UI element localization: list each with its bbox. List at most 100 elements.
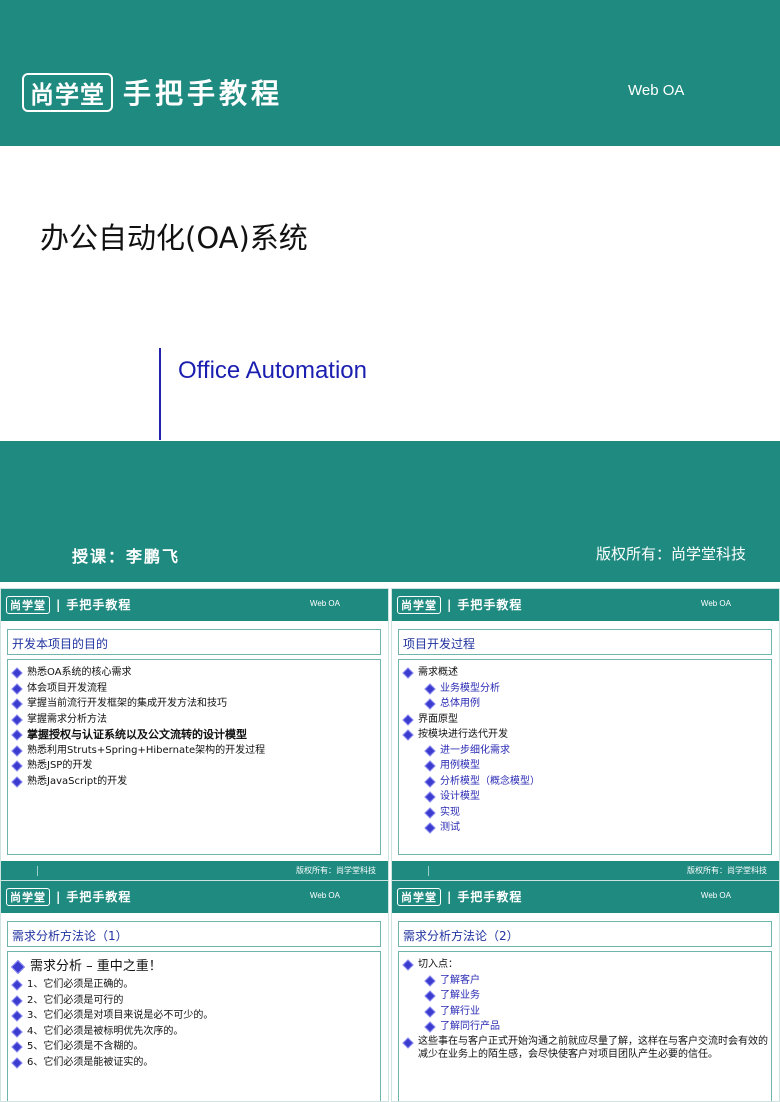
diamond-bullet-icon	[12, 699, 21, 708]
slide-logo: 尚学堂 | 手把手教程	[6, 596, 131, 614]
list-item: 切入点：	[403, 957, 771, 973]
slide-requirements-1: 尚学堂 | 手把手教程 Web OA 需求分析方法论（1） 需求分析 – 重中之重！…	[0, 880, 389, 1102]
cover-slide: 尚学堂 手把手教程 Web OA 办公自动化(OA)系统 Office Autom…	[0, 0, 780, 582]
logo-text: 手把手教程	[457, 890, 523, 904]
divider-line	[159, 348, 161, 440]
brand-logo: 尚学堂	[22, 73, 113, 112]
slide-project-goals: 尚学堂 | 手把手教程 Web OA 开发本项目的目的 熟悉OA系统的核心需求 体会…	[0, 588, 389, 882]
slide-logo: 尚学堂 | 手把手教程	[397, 596, 522, 614]
diamond-bullet-icon	[425, 746, 434, 755]
list-item: 掌握需求分析方法	[12, 712, 380, 728]
diamond-bullet-icon	[403, 668, 412, 677]
diamond-bullet-icon	[12, 777, 21, 786]
slide-title: 需求分析方法论（2）	[403, 929, 519, 943]
list-item-heading: 需求分析 – 重中之重！	[12, 957, 380, 977]
diamond-bullet-icon	[425, 823, 434, 832]
list-item-emphasis: 掌握授权与认证系统以及公文流转的设计模型	[12, 727, 380, 743]
list-item: 掌握当前流行开发框架的集成开发方法和技巧	[12, 696, 380, 712]
logo-separator: |	[447, 890, 453, 904]
slide-header: 尚学堂 | 手把手教程 Web OA	[392, 881, 779, 913]
slide-logo: 尚学堂 | 手把手教程	[397, 888, 522, 906]
cover-logo: 尚学堂 手把手教程	[22, 72, 283, 112]
copyright-text: 版权所有：尚学堂科技	[687, 866, 767, 875]
diamond-bullet-icon	[403, 1038, 412, 1047]
course-tag: Web OA	[628, 82, 685, 99]
diamond-bullet-icon	[12, 730, 21, 739]
slide-footer: 版权所有：尚学堂科技	[1, 861, 388, 881]
diamond-bullet-icon	[425, 699, 434, 708]
diamond-bullet-icon	[425, 991, 434, 1000]
logo-text: 手把手教程	[457, 598, 523, 612]
sub-list-item: 用例模型	[403, 758, 771, 774]
diamond-bullet-icon	[12, 1058, 21, 1067]
course-tag: Web OA	[309, 599, 340, 608]
list-item: 2、它们必须是可行的	[12, 993, 380, 1009]
slide-title: 开发本项目的目的	[12, 637, 109, 651]
slide-header: 尚学堂 | 手把手教程 Web OA	[1, 881, 388, 913]
slide-title-box: 需求分析方法论（2）	[398, 921, 772, 947]
diamond-bullet-icon	[12, 746, 21, 755]
list-item: 1、它们必须是正确的。	[12, 977, 380, 993]
list-item: 体会项目开发流程	[12, 681, 380, 697]
brand-logo: 尚学堂	[397, 596, 441, 614]
slide-body: 需求分析 – 重中之重！ 1、它们必须是正确的。 2、它们必须是可行的 3、它们…	[7, 951, 381, 1101]
slide-title: 需求分析方法论（1）	[12, 929, 128, 943]
sub-list-item: 了解业务	[403, 988, 771, 1004]
diamond-bullet-icon	[12, 996, 21, 1005]
diamond-bullet-icon	[12, 761, 21, 770]
list-item: 按模块进行迭代开发	[403, 727, 771, 743]
cover-subtitle: Office Automation	[178, 357, 367, 384]
logo-text: 手把手教程	[123, 77, 284, 110]
footer-divider	[37, 866, 38, 876]
course-tag: Web OA	[309, 891, 340, 900]
diamond-bullet-icon	[12, 961, 24, 973]
diamond-bullet-icon	[12, 715, 21, 724]
diamond-bullet-icon	[12, 980, 21, 989]
slide-logo: 尚学堂 | 手把手教程	[6, 888, 131, 906]
slide-title: 项目开发过程	[403, 637, 476, 651]
brand-logo: 尚学堂	[397, 888, 441, 906]
sub-list-item: 了解行业	[403, 1004, 771, 1020]
diamond-bullet-icon	[12, 1042, 21, 1051]
sub-list-item: 了解同行产品	[403, 1019, 771, 1035]
cover-title: 办公自动化(OA)系统	[40, 221, 308, 255]
slide-body: 切入点： 了解客户 了解业务 了解行业 了解同行产品 这些事在与客户正式开始沟通…	[398, 951, 772, 1101]
course-tag: Web OA	[700, 599, 731, 608]
teacher-label: 授课：李鹏飞	[72, 547, 181, 566]
list-item: 3、它们必须是对项目来说是必不可少的。	[12, 1008, 380, 1024]
slide-body: 熟悉OA系统的核心需求 体会项目开发流程 掌握当前流行开发框架的集成开发方法和技…	[7, 659, 381, 855]
list-item: 熟悉JSP的开发	[12, 758, 380, 774]
diamond-bullet-icon	[425, 808, 434, 817]
logo-text: 手把手教程	[66, 598, 132, 612]
brand-logo: 尚学堂	[6, 596, 50, 614]
copyright-text: 版权所有：尚学堂科技	[596, 545, 747, 563]
logo-separator: |	[447, 598, 453, 612]
cover-header-band: 尚学堂 手把手教程 Web OA	[0, 0, 780, 146]
diamond-bullet-icon	[12, 684, 21, 693]
slide-body: 需求概述 业务模型分析 总体用例 界面原型 按模块进行迭代开发 进一步细化需求 …	[398, 659, 772, 855]
logo-text: 手把手教程	[66, 890, 132, 904]
slide-footer: 版权所有：尚学堂科技	[392, 861, 779, 881]
sub-list-item: 总体用例	[403, 696, 771, 712]
diamond-bullet-icon	[403, 960, 412, 969]
slide-header: 尚学堂 | 手把手教程 Web OA	[1, 589, 388, 621]
diamond-bullet-icon	[425, 1007, 434, 1016]
sub-list-item: 测试	[403, 820, 771, 836]
list-item: 熟悉利用Struts+Spring+Hibernate架构的开发过程	[12, 743, 380, 759]
slide-dev-process: 尚学堂 | 手把手教程 Web OA 项目开发过程 需求概述 业务模型分析 总体用例…	[391, 588, 780, 882]
sub-list-item: 业务模型分析	[403, 681, 771, 697]
footer-divider	[428, 866, 429, 876]
sub-list-item: 设计模型	[403, 789, 771, 805]
sub-list-item: 实现	[403, 805, 771, 821]
diamond-bullet-icon	[425, 976, 434, 985]
list-item: 熟悉JavaScript的开发	[12, 774, 380, 790]
diamond-bullet-icon	[425, 777, 434, 786]
diamond-bullet-icon	[403, 730, 412, 739]
slide-title-box: 开发本项目的目的	[7, 629, 381, 655]
sub-list-item: 进一步细化需求	[403, 743, 771, 759]
slide-title-box: 项目开发过程	[398, 629, 772, 655]
diamond-bullet-icon	[12, 668, 21, 677]
diamond-bullet-icon	[425, 792, 434, 801]
list-item: 这些事在与客户正式开始沟通之前就应尽量了解，这样在与客户交流时会有效的减少在业务…	[403, 1035, 771, 1061]
course-tag: Web OA	[700, 891, 731, 900]
